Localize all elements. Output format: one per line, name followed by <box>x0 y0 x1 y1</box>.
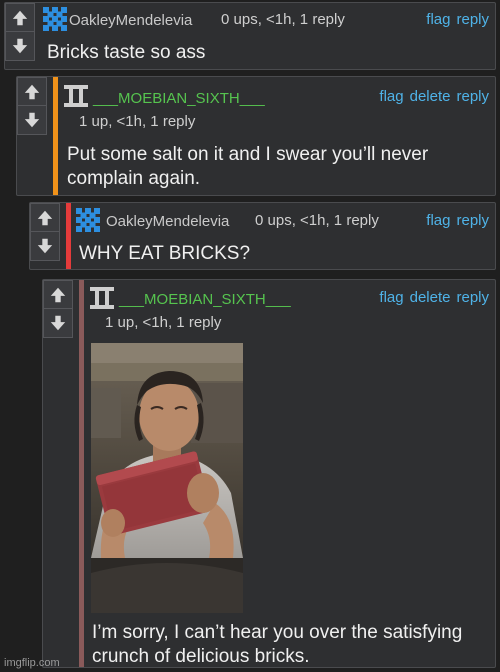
comment-text: Put some salt on it and I swear you’ll n… <box>67 143 428 191</box>
flag-link[interactable]: flag <box>426 11 450 28</box>
comment-1: OakleyMendelevia 0 ups, <1h, 1 reply fla… <box>4 2 496 70</box>
arrow-down-icon <box>37 238 53 254</box>
comment-actions: flag reply <box>420 11 489 28</box>
arrow-down-icon <box>50 315 66 331</box>
arrow-down-icon <box>24 112 40 128</box>
thread-stripe <box>66 203 71 269</box>
arrow-up-icon <box>37 210 53 225</box>
comment-meta: 1 up, <1h, 1 reply <box>79 113 196 130</box>
comment-actions: flag reply <box>420 212 489 229</box>
comment-text-line: I’m sorry, I can’t hear you over the sat… <box>92 622 463 643</box>
comment-3: OakleyMendelevia 0 ups, <1h, 1 reply fla… <box>29 202 496 270</box>
reply-link[interactable]: reply <box>456 212 489 229</box>
brick-eating-photo[interactable] <box>91 343 243 613</box>
pixel-checker-avatar-icon[interactable] <box>76 208 100 232</box>
upvote-button[interactable] <box>5 3 35 32</box>
comment-actions: flag delete reply <box>373 88 489 105</box>
comment-text-line: crunch of delicious bricks. <box>92 646 310 667</box>
roman-two-avatar-icon[interactable] <box>63 83 89 109</box>
comment-text: I’m sorry, I can’t hear you over the sat… <box>92 621 462 669</box>
downvote-button[interactable] <box>5 32 35 61</box>
flag-link[interactable]: flag <box>379 289 403 306</box>
downvote-button[interactable] <box>43 309 73 338</box>
arrow-up-icon <box>24 84 40 99</box>
comment-actions: flag delete reply <box>373 289 489 306</box>
thread-stripe <box>79 280 84 667</box>
vote-column <box>17 77 47 135</box>
comment-meta: 0 ups, <1h, 1 reply <box>255 212 379 229</box>
delete-link[interactable]: delete <box>410 289 451 306</box>
upvote-button[interactable] <box>43 280 73 309</box>
comment-text-line: Put some salt on it and I swear you’ll n… <box>67 144 429 165</box>
comment-2: ___MOEBIAN_SIXTH___ flag delete reply 1 up… <box>16 76 496 196</box>
upvote-button[interactable] <box>17 77 47 106</box>
thread-stripe <box>53 77 58 195</box>
comment-text-line: complain again. <box>67 168 201 189</box>
comment-meta: 0 ups, <1h, 1 reply <box>221 11 345 28</box>
photo-illustration <box>91 343 243 613</box>
vote-column <box>5 3 35 61</box>
username-link[interactable]: ___MOEBIAN_SIXTH___ <box>93 90 265 107</box>
reply-link[interactable]: reply <box>456 11 489 28</box>
flag-link[interactable]: flag <box>379 88 403 105</box>
arrow-down-icon <box>12 38 28 54</box>
pixel-checker-avatar-icon[interactable] <box>43 7 67 31</box>
delete-link[interactable]: delete <box>410 88 451 105</box>
reply-link[interactable]: reply <box>456 88 489 105</box>
upvote-button[interactable] <box>30 203 60 232</box>
comment-text: WHY EAT BRICKS? <box>79 243 251 264</box>
flag-link[interactable]: flag <box>426 212 450 229</box>
username-link[interactable]: ___MOEBIAN_SIXTH___ <box>119 291 291 308</box>
vote-column <box>43 280 73 338</box>
downvote-button[interactable] <box>17 106 47 135</box>
username-link[interactable]: OakleyMendelevia <box>69 12 192 29</box>
roman-two-avatar-icon[interactable] <box>89 285 115 311</box>
arrow-up-icon <box>50 287 66 302</box>
username-link[interactable]: OakleyMendelevia <box>106 213 229 230</box>
vote-column <box>30 203 60 261</box>
watermark: imgflip.com <box>4 657 60 669</box>
comment-text: Bricks taste so ass <box>47 42 206 63</box>
comment-meta: 1 up, <1h, 1 reply <box>105 314 222 331</box>
comment-4: ___MOEBIAN_SIXTH___ flag delete reply 1 up… <box>42 279 496 668</box>
reply-link[interactable]: reply <box>456 289 489 306</box>
downvote-button[interactable] <box>30 232 60 261</box>
arrow-up-icon <box>12 10 28 25</box>
